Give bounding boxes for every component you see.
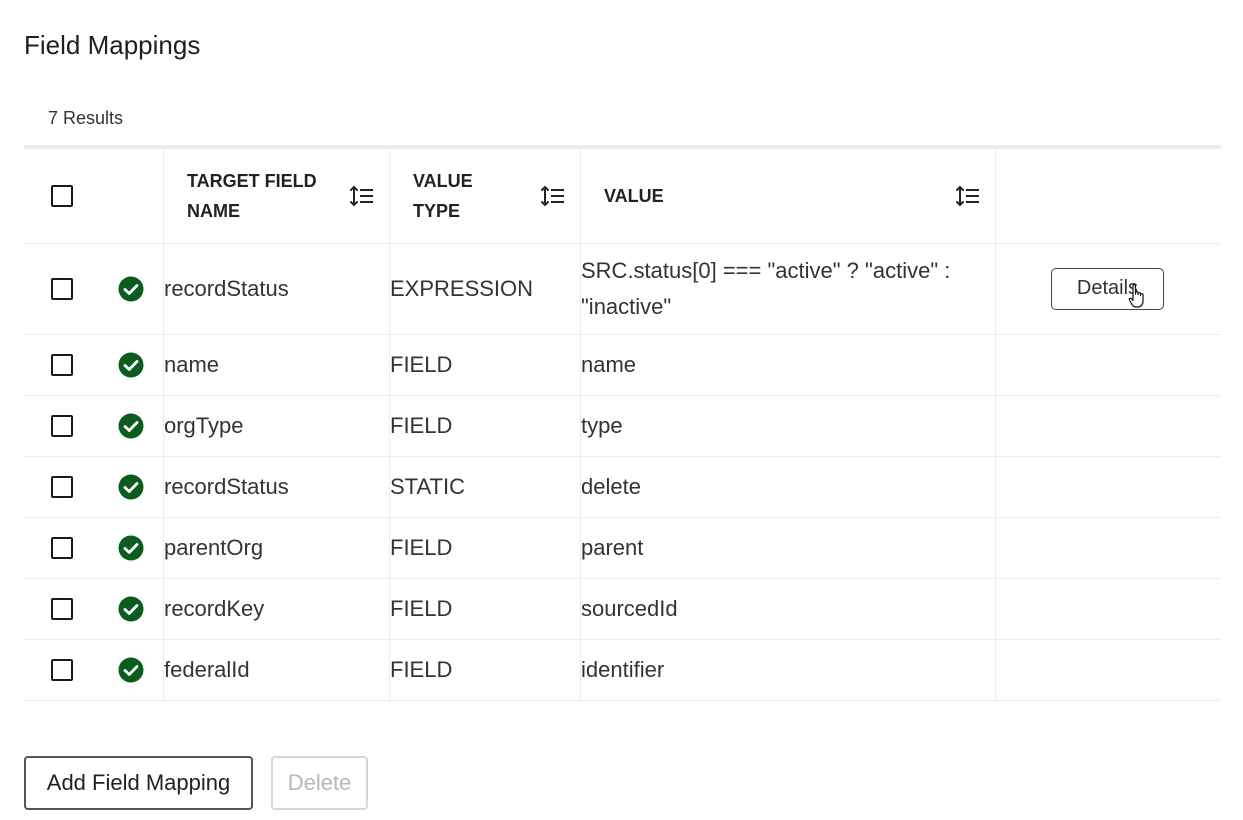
row-checkbox[interactable] xyxy=(51,353,73,376)
header-select-cell xyxy=(24,147,100,244)
table-row: name FIELD name xyxy=(24,334,1221,396)
action-cell xyxy=(995,578,1221,640)
header-action-cell xyxy=(995,147,1221,244)
target-field-name-cell: parentOrg xyxy=(163,517,390,579)
value-type-cell: FIELD xyxy=(389,578,581,640)
page-title: Field Mappings xyxy=(24,30,201,60)
sort-icon[interactable] xyxy=(540,184,566,208)
table-header-row: TARGET FIELD NAME VALUE TYPE VALUE xyxy=(24,147,1221,244)
check-circle-icon xyxy=(118,276,144,301)
action-cell xyxy=(995,395,1221,457)
header-status-cell xyxy=(100,147,164,244)
table-row: recordStatus EXPRESSION SRC.status[0] ==… xyxy=(24,243,1221,335)
value-cell: sourcedId xyxy=(580,578,996,640)
target-field-name-cell: recordStatus xyxy=(163,243,390,335)
check-circle-icon xyxy=(118,352,144,377)
row-checkbox[interactable] xyxy=(51,277,73,300)
sort-icon[interactable] xyxy=(349,184,375,208)
row-checkbox[interactable] xyxy=(51,414,73,437)
value-type-cell: STATIC xyxy=(389,456,581,518)
results-count: 7 Results xyxy=(48,108,124,128)
details-button[interactable]: Details xyxy=(1051,267,1164,310)
value-cell: identifier xyxy=(580,639,996,701)
target-field-name-cell: orgType xyxy=(163,395,390,457)
target-field-name-cell: federalId xyxy=(163,639,390,701)
value-cell: parent xyxy=(580,517,996,579)
row-checkbox[interactable] xyxy=(51,536,73,559)
column-target-field-name[interactable]: TARGET FIELD NAME xyxy=(163,147,390,244)
column-value-type-label: VALUE TYPE xyxy=(413,170,473,221)
table-row: recordKey FIELD sourcedId xyxy=(24,578,1221,640)
table-row: recordStatus STATIC delete xyxy=(24,456,1221,518)
check-circle-icon xyxy=(118,474,144,499)
hand-pointer-icon xyxy=(1128,283,1144,308)
column-value-label: VALUE xyxy=(604,185,664,206)
sort-icon[interactable] xyxy=(955,184,981,208)
value-type-cell: FIELD xyxy=(389,334,581,396)
delete-button[interactable]: Delete xyxy=(271,756,368,810)
check-circle-icon xyxy=(118,413,144,438)
select-all-checkbox[interactable] xyxy=(51,184,73,207)
action-cell xyxy=(995,456,1221,518)
value-cell: name xyxy=(580,334,996,396)
table-row: orgType FIELD type xyxy=(24,395,1221,457)
check-circle-icon xyxy=(118,535,144,560)
action-cell xyxy=(995,639,1221,701)
action-cell xyxy=(995,517,1221,579)
table-row: federalId FIELD identifier xyxy=(24,639,1221,701)
target-field-name-cell: name xyxy=(163,334,390,396)
column-target-field-name-label: TARGET FIELD NAME xyxy=(187,170,317,221)
target-field-name-cell: recordKey xyxy=(163,578,390,640)
check-circle-icon xyxy=(118,596,144,621)
table-row: parentOrg FIELD parent xyxy=(24,517,1221,579)
add-field-mapping-button[interactable]: Add Field Mapping xyxy=(24,756,253,810)
check-circle-icon xyxy=(118,657,144,682)
value-cell: SRC.status[0] === "active" ? "active" : … xyxy=(580,243,996,335)
action-cell xyxy=(995,334,1221,396)
value-cell: type xyxy=(580,395,996,457)
value-cell: delete xyxy=(580,456,996,518)
target-field-name-cell: recordStatus xyxy=(163,456,390,518)
value-type-cell: FIELD xyxy=(389,395,581,457)
value-type-cell: FIELD xyxy=(389,639,581,701)
field-mappings-table: TARGET FIELD NAME VALUE TYPE VALUE recor… xyxy=(24,145,1221,701)
row-checkbox[interactable] xyxy=(51,658,73,681)
row-checkbox[interactable] xyxy=(51,597,73,620)
value-type-cell: FIELD xyxy=(389,517,581,579)
value-type-cell: EXPRESSION xyxy=(389,243,581,335)
column-value[interactable]: VALUE xyxy=(580,147,996,244)
row-checkbox[interactable] xyxy=(51,475,73,498)
column-value-type[interactable]: VALUE TYPE xyxy=(389,147,581,244)
